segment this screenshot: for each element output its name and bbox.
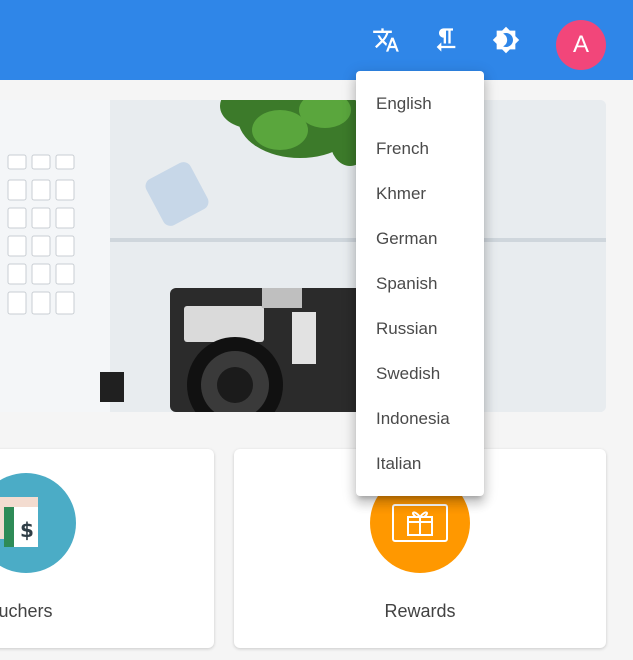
language-option-indonesia[interactable]: Indonesia <box>356 396 484 441</box>
translate-icon <box>373 28 399 52</box>
language-option-english[interactable]: English <box>356 81 484 126</box>
text-direction-icon <box>436 28 456 52</box>
language-option-swedish[interactable]: Swedish <box>356 351 484 396</box>
text-direction-button[interactable] <box>428 22 464 58</box>
language-menu: English French Khmer German Spanish Russ… <box>356 71 484 496</box>
voucher-glyph: $ <box>0 497 38 547</box>
desk-photo <box>0 100 606 412</box>
card-label-rewards: Rewards <box>384 601 456 621</box>
banner-image <box>0 100 606 412</box>
language-option-spanish[interactable]: Spanish <box>356 261 484 306</box>
language-option-russian[interactable]: Russian <box>356 306 484 351</box>
brightness-icon <box>492 26 520 54</box>
language-option-italian[interactable]: Italian <box>356 441 484 486</box>
svg-text:$: $ <box>20 518 34 542</box>
voucher-icon: $ <box>0 473 76 573</box>
theme-toggle-button[interactable] <box>488 22 524 58</box>
card-label-vouchers: Vouchers <box>0 601 53 621</box>
language-option-german[interactable]: German <box>356 216 484 261</box>
language-option-french[interactable]: French <box>356 126 484 171</box>
app-bar: A <box>0 0 633 80</box>
vouchers-card[interactable]: $ Vouchers <box>0 449 214 648</box>
gift-glyph <box>392 504 448 542</box>
translate-button[interactable] <box>368 22 404 58</box>
user-avatar[interactable]: A <box>556 20 606 70</box>
language-option-khmer[interactable]: Khmer <box>356 171 484 216</box>
